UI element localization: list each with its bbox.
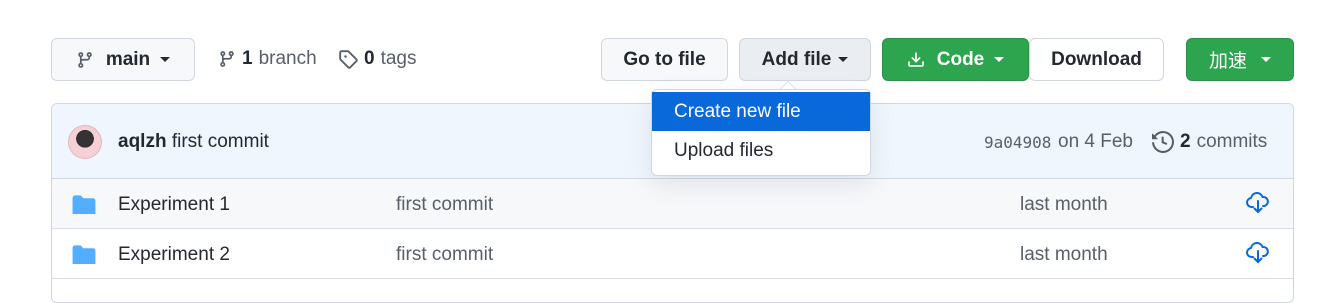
chevron-down-icon [160,57,171,62]
file-row[interactable]: Experiment 1 first commit last month [52,179,1293,229]
dropdown-caret [780,81,796,89]
download-button[interactable]: Download [1029,38,1164,81]
tag-icon [338,49,358,69]
file-name[interactable]: Experiment 2 [118,244,230,266]
file-name[interactable]: Experiment 1 [118,194,230,216]
commit-date: on 4 Feb [1058,131,1133,152]
tags-link[interactable]: 0 tags [338,48,417,70]
add-file-dropdown: Create new file Upload files [651,89,871,176]
commit-summary: aqlzh first commit [118,131,269,153]
tag-count: 0 [364,48,375,69]
chevron-down-icon [1261,57,1271,62]
commit-count: 2 [1180,131,1191,152]
go-to-file-label: Go to file [623,48,706,70]
code-label: Code [936,48,985,70]
avatar[interactable] [68,125,102,159]
menu-item-label: Upload files [674,139,774,161]
file-row[interactable]: Experiment 2 first commit last month [52,229,1293,279]
git-branch-icon [76,50,94,70]
branches-link[interactable]: 1 branch [218,48,317,70]
file-commit-message[interactable]: first commit [396,244,493,266]
file-commit-message[interactable]: first commit [396,194,493,216]
commit-message[interactable]: first commit [172,131,269,152]
menu-item-create-new-file[interactable]: Create new file [652,92,870,131]
chevron-down-icon [838,57,849,62]
commit-word: commits [1196,131,1268,152]
branch-name: main [105,48,151,70]
accelerate-label: 加速 [1208,51,1247,72]
cloud-download-icon[interactable] [1246,191,1270,220]
folder-icon [72,244,96,270]
download-label: Download [1051,48,1142,70]
commit-author[interactable]: aqlzh [118,131,167,152]
history-icon [1152,131,1174,153]
add-file-label: Add file [761,48,832,70]
branch-word: branch [258,48,317,69]
file-age: last month [1020,194,1108,215]
go-to-file-button[interactable]: Go to file [601,38,728,81]
code-button[interactable]: Code [882,38,1029,81]
branch-selector-button[interactable]: main [51,38,195,81]
tag-word: tags [380,48,417,69]
branch-count: 1 [242,48,253,69]
git-branch-icon [218,49,236,69]
chevron-down-icon [994,57,1005,62]
folder-icon [72,194,96,220]
download-icon [907,50,925,70]
add-file-button[interactable]: Add file [739,38,871,81]
commits-link[interactable]: 2 commits [1152,131,1267,153]
file-age: last month [1020,244,1108,265]
accelerate-button[interactable]: 加速 [1186,38,1294,81]
cloud-download-icon[interactable] [1246,241,1270,270]
commit-sha[interactable]: 9a04908 [984,133,1051,152]
menu-item-label: Create new file [674,100,801,122]
menu-item-upload-files[interactable]: Upload files [652,131,870,170]
